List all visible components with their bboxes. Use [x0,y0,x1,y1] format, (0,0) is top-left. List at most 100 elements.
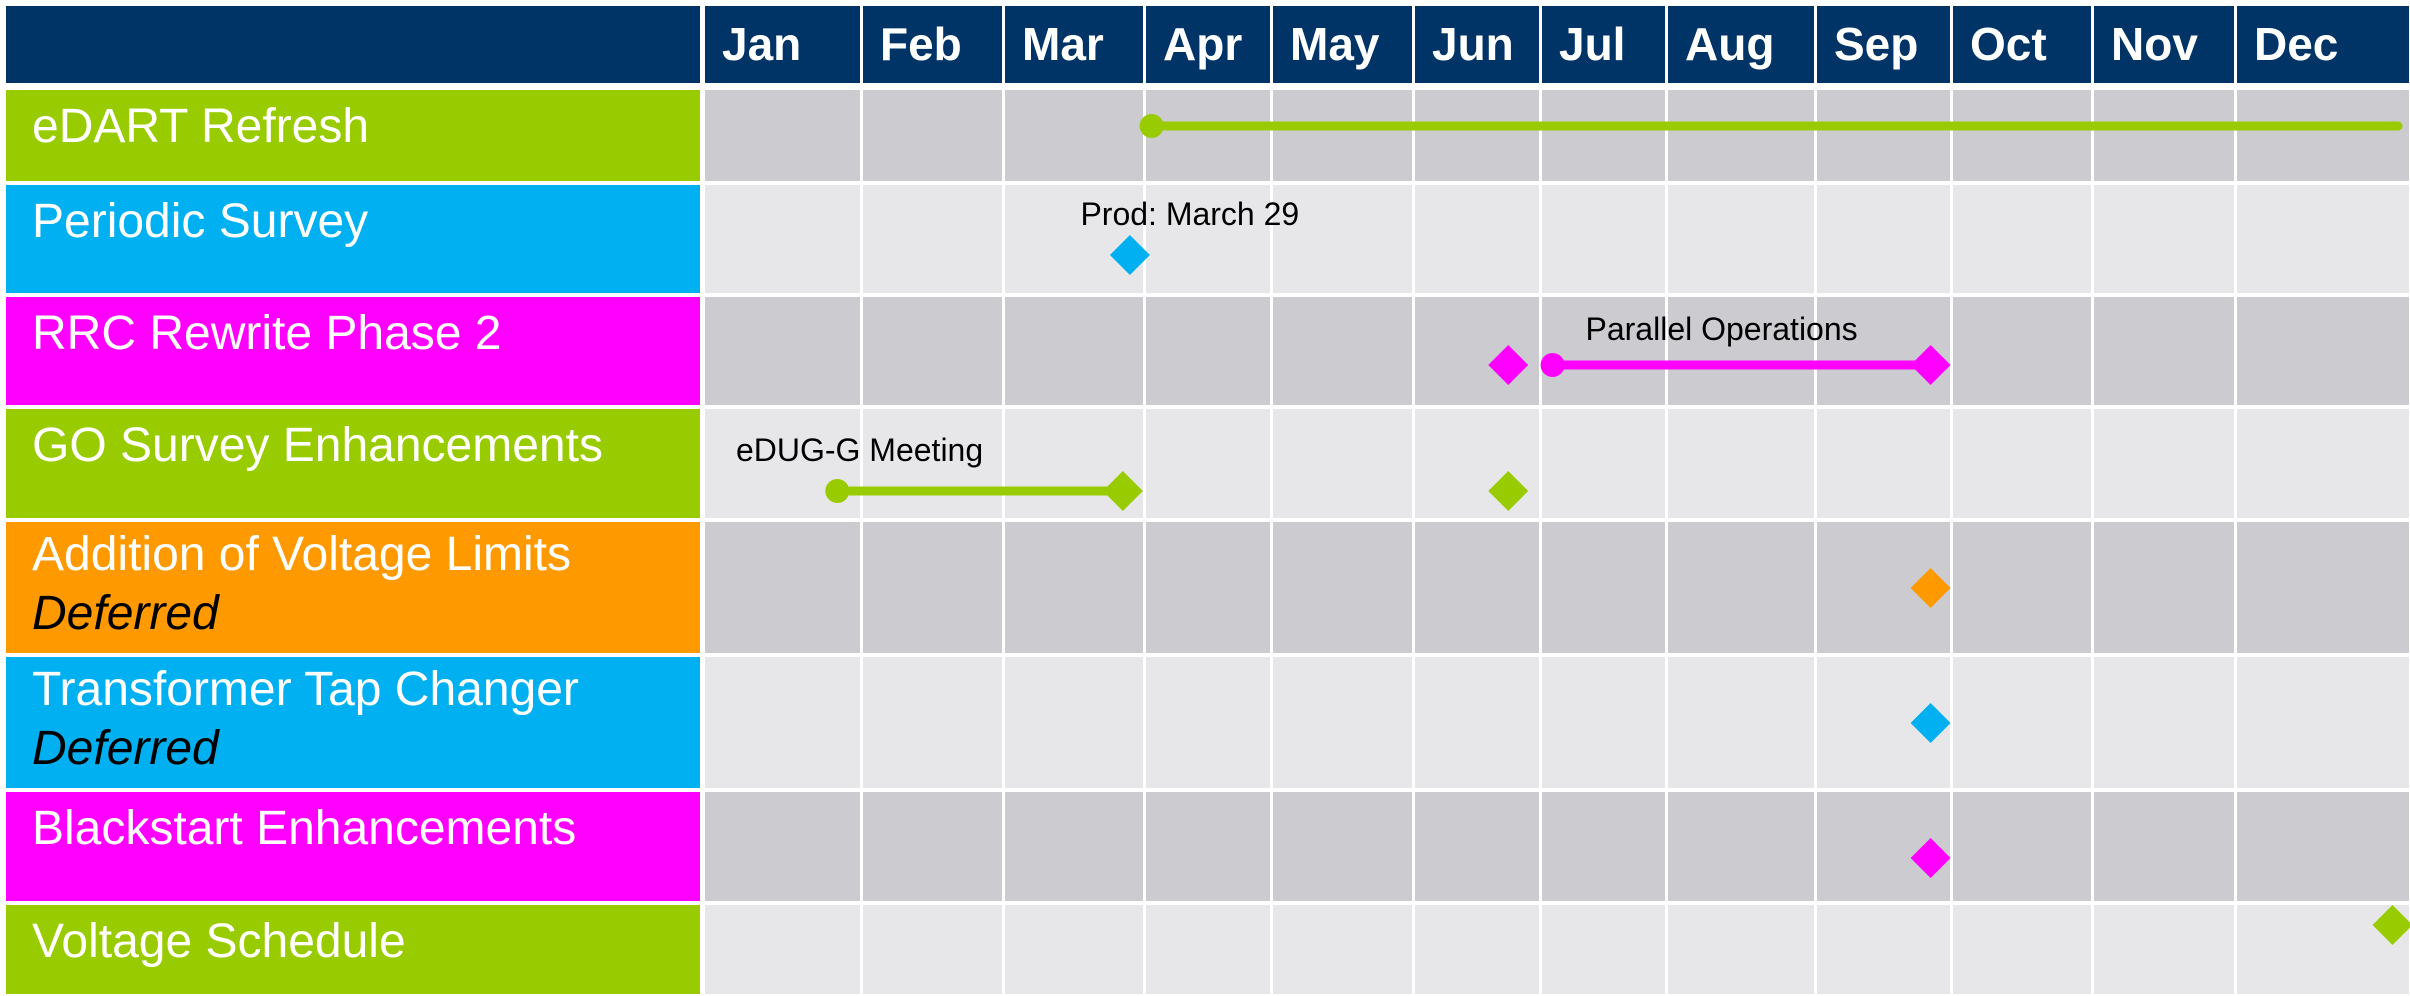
month-label: Nov [2111,18,2198,70]
grid-cell [1953,185,2091,293]
grid-cell [863,185,1002,293]
grid-cell [705,522,860,653]
grid-cell [1953,657,2091,788]
grid-cell [1415,905,1539,994]
task-name: eDART Refresh [32,100,369,153]
grid-cell [1005,522,1143,653]
grid-cell [863,657,1002,788]
grid-cell [863,522,1002,653]
grid-cell [1817,409,1950,518]
grid-cell [1005,297,1143,405]
grid-cell [705,185,860,293]
grid-cell [1415,522,1539,653]
grid-cell [1668,185,1814,293]
annotation-label: Parallel Operations [1586,311,1858,347]
grid-cell [2094,522,2234,653]
grid-cell [1542,522,1665,653]
month-label: Oct [1970,18,2047,70]
grid-cell [2094,185,2234,293]
grid-cell [1146,792,1270,901]
grid-cell [1415,297,1539,405]
grid-cell [1146,905,1270,994]
grid-cell [1273,297,1412,405]
grid-cell [1273,522,1412,653]
grid-cell [2237,297,2409,405]
gantt-chart: Jan Feb Mar Apr May Jun Jul Aug Sep Oct Nov Dec eDAR… [0,0,2410,996]
grid-cell [1542,657,1665,788]
grid-cell [1817,185,1950,293]
month-label: Feb [880,18,962,70]
month-label: Dec [2254,18,2338,70]
grid-cell [1953,90,2091,181]
month-label: May [1290,18,1380,70]
grid-cell [1817,90,1950,181]
grid-cell [1273,657,1412,788]
grid-cell [863,90,1002,181]
month-label: Jan [722,18,801,70]
grid-cell [2094,792,2234,901]
grid-cell [1273,905,1412,994]
grid-cell [1273,409,1412,518]
header-corner [6,6,700,83]
month-label: Apr [1163,18,1242,70]
grid-cell [2237,90,2409,181]
grid-cell [2237,657,2409,788]
grid-cell [2094,905,2234,994]
grid-cell [1146,657,1270,788]
grid-cell [1668,792,1814,901]
grid-cell [1415,185,1539,293]
grid-cell [1542,905,1665,994]
grid-cell [2237,792,2409,901]
bar-start-dot [1139,114,1164,138]
grid-cell [1146,297,1270,405]
grid-cell [1146,90,1270,181]
grid-cell [1005,90,1143,181]
annotation-label: eDUG-G Meeting [736,432,983,468]
task-name: RRC Rewrite Phase 2 [32,307,502,360]
month-label: Aug [1685,18,1774,70]
task-status-note: Deferred [32,587,220,640]
task-name: GO Survey Enhancements [32,419,603,472]
grid-cell [1953,522,2091,653]
grid-cell [1542,792,1665,901]
annotation-label: Prod: March 29 [1080,196,1299,232]
grid-cell [863,297,1002,405]
grid-cell [1668,90,1814,181]
grid-cell [2094,409,2234,518]
grid-cell [2094,297,2234,405]
grid-cell [1953,409,2091,518]
grid-cell [1005,657,1143,788]
grid-cell [1005,905,1143,994]
task-status-note: Deferred [32,722,220,775]
grid-cell [705,90,860,181]
task-name: Voltage Schedule [32,915,406,968]
bar-start-dot [1540,353,1565,377]
month-label: Jul [1559,18,1625,70]
grid-cell [1415,657,1539,788]
grid-cell [1668,409,1814,518]
grid-cell [705,657,860,788]
grid-cell [1273,792,1412,901]
grid-cell [705,792,860,901]
grid-cell [2094,657,2234,788]
grid-cell [1005,792,1143,901]
grid-cell [2094,90,2234,181]
grid-cell [1668,522,1814,653]
month-label: Jun [1432,18,1514,70]
grid-cell [1668,657,1814,788]
task-name: Periodic Survey [32,195,368,248]
grid-cell [705,905,860,994]
grid-cell [2237,185,2409,293]
grid-cell [1542,409,1665,518]
grid-cell [1542,90,1665,181]
grid-cell [1415,90,1539,181]
grid-cell [1817,905,1950,994]
task-name: Transformer Tap Changer [32,663,579,716]
task-name: Addition of Voltage Limits [32,528,571,581]
grid-cell [863,792,1002,901]
grid-cell [1273,90,1412,181]
grid-cell [1953,905,2091,994]
grid-cell [1146,522,1270,653]
grid-cell [1415,409,1539,518]
grid-cell [2237,522,2409,653]
